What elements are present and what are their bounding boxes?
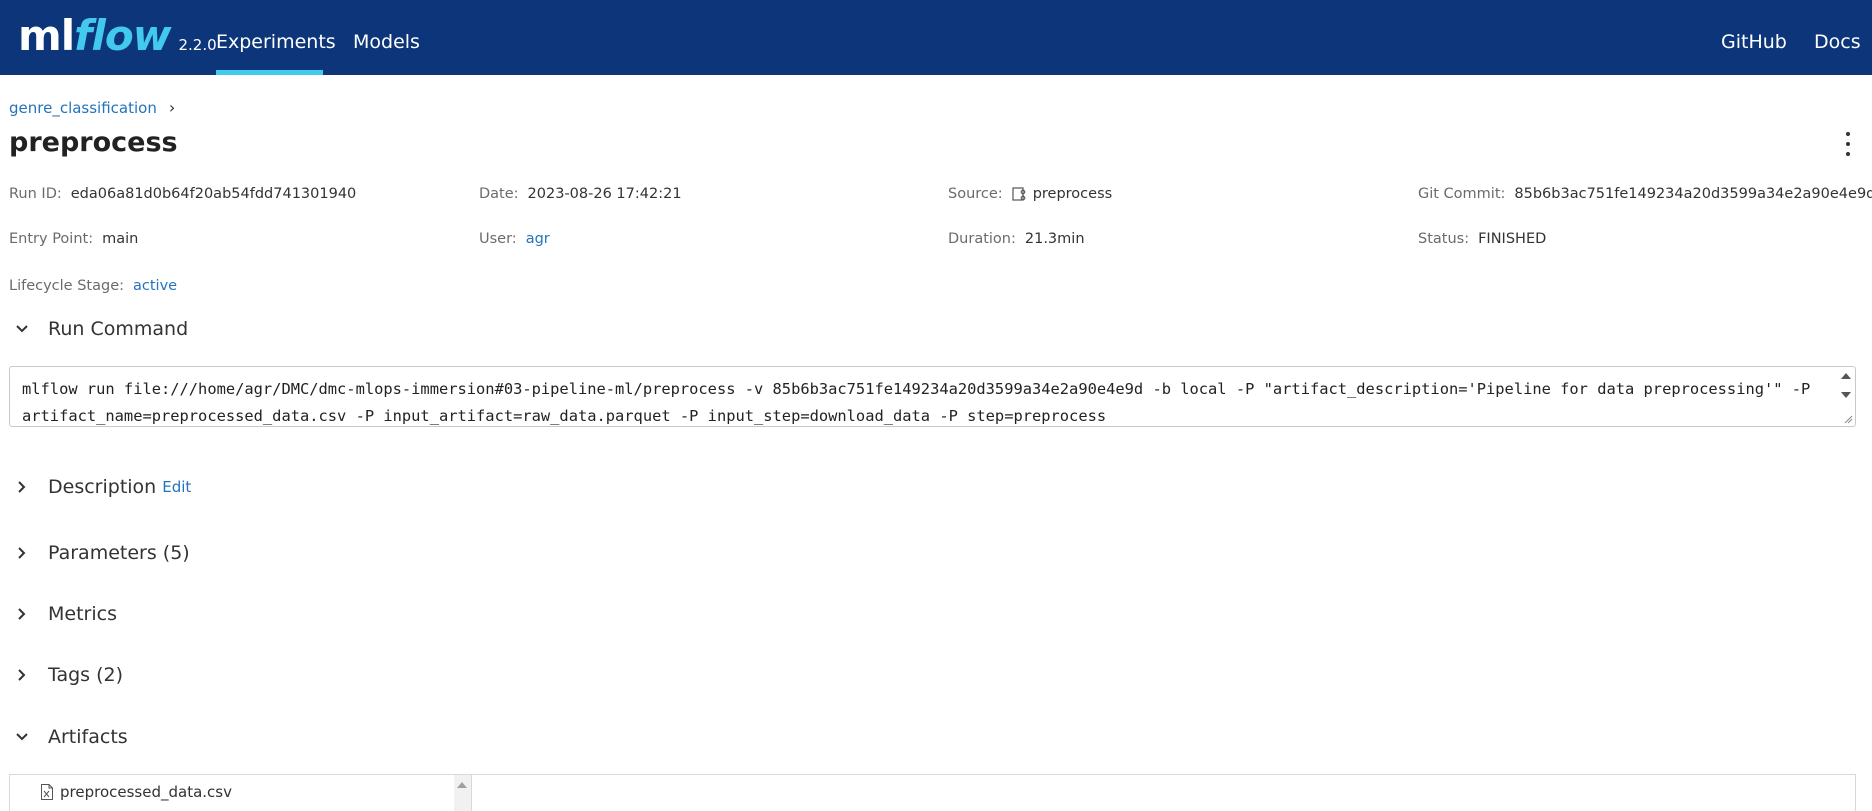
meta-run-id: Run ID: eda06a81d0b64f20ab54fdd741301940 [9, 186, 356, 202]
scroll-down-icon[interactable] [1841, 392, 1851, 398]
meta-lifecycle-stage: Lifecycle Stage: active [9, 278, 177, 294]
duration-value: 21.3min [1024, 231, 1085, 247]
meta-date: Date: 2023-08-26 17:42:21 [479, 186, 682, 202]
nav-tab-experiments[interactable]: Experiments [216, 0, 336, 75]
meta-status: Status: FINISHED [1418, 231, 1546, 247]
section-metrics-title: Metrics [48, 603, 117, 625]
scroll-up-icon[interactable] [1841, 373, 1851, 379]
lifecycle-stage-label: Lifecycle Stage: [9, 278, 125, 294]
artifact-file-name: preprocessed_data.csv [60, 783, 232, 801]
user-label: User: [479, 231, 517, 247]
lifecycle-stage-link[interactable]: active [133, 278, 177, 294]
chevron-right-icon [18, 669, 26, 681]
section-parameters-title: Parameters (5) [48, 542, 190, 564]
status-value: FINISHED [1478, 231, 1547, 247]
file-icon [41, 784, 53, 800]
kebab-menu-icon[interactable] [1842, 132, 1854, 156]
meta-source: Source: preprocess [948, 186, 1112, 202]
source-label: Source: [948, 186, 1003, 202]
section-description-header[interactable]: Description Edit [14, 476, 191, 498]
logo-ml-text: ml [18, 11, 75, 60]
git-source-icon [1012, 187, 1026, 201]
nav-link-github[interactable]: GitHub [1721, 0, 1787, 75]
section-artifacts-title: Artifacts [48, 726, 128, 748]
source-value: preprocess [1032, 186, 1113, 202]
artifact-file-tree: preprocessed_data.csv [10, 775, 472, 811]
run-id-label: Run ID: [9, 186, 62, 202]
section-tags-title: Tags (2) [48, 664, 124, 686]
page-title: preprocess [9, 127, 178, 158]
run-id-value: eda06a81d0b64f20ab54fdd741301940 [70, 186, 357, 202]
artifact-file-item[interactable]: preprocessed_data.csv [40, 783, 232, 801]
duration-label: Duration: [948, 231, 1016, 247]
resize-grip-icon[interactable] [1843, 414, 1853, 424]
section-description-title: Description [48, 476, 157, 498]
nav-link-docs[interactable]: Docs [1814, 0, 1861, 75]
top-navbar: ml flow 2.2.0 Experiments Models GitHub … [0, 0, 1872, 75]
section-run-command-title: Run Command [48, 318, 189, 340]
breadcrumb-separator: › [168, 98, 176, 117]
artifact-tree-scrollbar[interactable] [454, 775, 471, 811]
git-commit-label: Git Commit: [1418, 186, 1506, 202]
git-commit-value: 85b6b3ac751fe149234a20d3599a34e2a90e4e9d [1514, 186, 1872, 202]
meta-entry-point: Entry Point: main [9, 231, 138, 247]
meta-git-commit: Git Commit: 85b6b3ac751fe149234a20d3599a… [1418, 186, 1872, 202]
run-command-textarea[interactable]: mlflow run file:///home/agr/DMC/dmc-mlop… [9, 366, 1856, 427]
entry-point-label: Entry Point: [9, 231, 94, 247]
nav-tab-models[interactable]: Models [353, 0, 420, 75]
meta-user: User: agr [479, 231, 550, 247]
breadcrumb-experiment-link[interactable]: genre_classification [9, 99, 157, 117]
section-artifacts-header[interactable]: Artifacts [14, 726, 128, 748]
date-label: Date: [479, 186, 519, 202]
section-run-command-header[interactable]: Run Command [14, 318, 188, 340]
section-metrics-header[interactable]: Metrics [14, 603, 117, 625]
run-command-text[interactable]: mlflow run file:///home/agr/DMC/dmc-mlop… [22, 376, 1822, 430]
mlflow-logo[interactable]: ml flow 2.2.0 [18, 8, 217, 64]
entry-point-value: main [102, 231, 139, 247]
version-label: 2.2.0 [178, 36, 217, 54]
section-tags-header[interactable]: Tags (2) [14, 664, 123, 686]
breadcrumb: genre_classification › [9, 98, 175, 117]
meta-duration: Duration: 21.3min [948, 231, 1085, 247]
date-value: 2023-08-26 17:42:21 [527, 186, 682, 202]
status-label: Status: [1418, 231, 1470, 247]
scroll-up-icon[interactable] [457, 782, 467, 788]
chevron-down-icon [16, 733, 28, 741]
chevron-right-icon [18, 608, 26, 620]
logo-flow-text: flow [74, 11, 171, 60]
description-edit-link[interactable]: Edit [162, 478, 191, 496]
user-link[interactable]: agr [526, 231, 550, 247]
section-parameters-header[interactable]: Parameters (5) [14, 542, 190, 564]
artifacts-panel: preprocessed_data.csv [9, 774, 1856, 811]
chevron-right-icon [18, 547, 26, 559]
chevron-right-icon [18, 481, 26, 493]
chevron-down-icon [16, 325, 28, 333]
